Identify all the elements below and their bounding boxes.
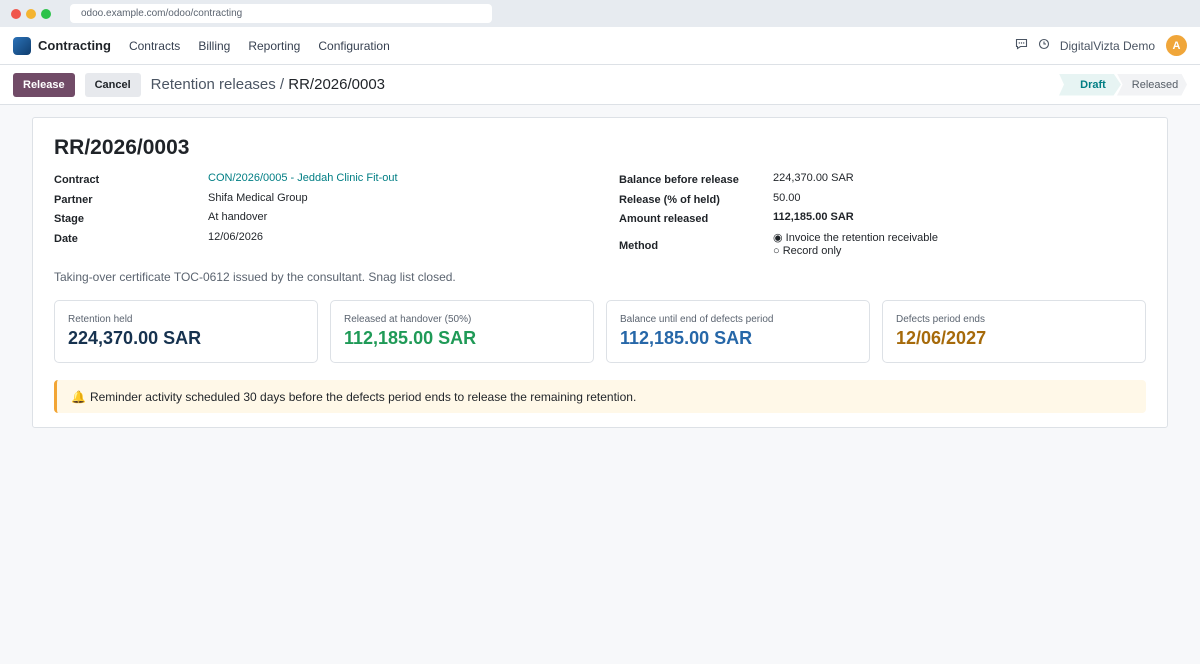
chat-icon[interactable] [1015, 38, 1028, 53]
browser-chrome: odoo.example.com/odoo/contracting [0, 0, 1200, 27]
left-field-group: Contract CON/2026/0005 - Jeddah Clinic F… [54, 172, 398, 250]
date-value[interactable]: 12/06/2026 [208, 231, 263, 243]
top-navbar: Contracting Contracts Billing Reporting … [0, 27, 1200, 65]
method-option-record-only[interactable]: ○ Record only [773, 245, 938, 258]
app-name[interactable]: Contracting [38, 38, 111, 53]
minimize-window-dot[interactable] [26, 8, 36, 19]
status-bar: Draft Released [1059, 73, 1187, 96]
field-label: Balance before release [619, 174, 739, 186]
field-label: Release (% of held) [619, 193, 720, 206]
breadcrumb: Retention releases / RR/2026/0003 [151, 76, 385, 93]
address-bar[interactable]: odoo.example.com/odoo/contracting [70, 4, 492, 23]
radio-label[interactable]: Invoice the retention receivable [786, 232, 938, 244]
app-logo-icon[interactable] [13, 36, 31, 55]
card-value: 224,370.00 SAR [68, 328, 202, 348]
form-sheet: RR/2026/0003 Contract CON/2026/0005 - Je… [32, 117, 1168, 428]
method-radio-group: ◉ Invoice the retention receivable ○ Rec… [773, 232, 938, 257]
record-title: RR/2026/0003 [54, 136, 190, 159]
stage-draft[interactable]: Draft [1059, 73, 1121, 96]
card-value: 112,185.00 SAR [620, 328, 753, 348]
release-button[interactable]: Release [13, 72, 75, 97]
radio-unchecked-icon[interactable]: ○ [773, 245, 780, 257]
notes-text: Taking-over certificate TOC-0612 issued … [54, 270, 456, 284]
card-value: 112,185.00 SAR [344, 328, 477, 348]
field-release-percent: Release (% of held) 50.00 [619, 192, 938, 212]
field-partner: Partner Shifa Medical Group [54, 192, 398, 212]
field-amount-released: Amount released 112,185.00 SAR [619, 211, 938, 231]
field-label: Contract [54, 174, 100, 186]
breadcrumb-parent[interactable]: Retention releases [151, 76, 276, 93]
breadcrumb-current: RR/2026/0003 [288, 76, 386, 93]
card-label: Defects period ends [896, 314, 985, 325]
card-label: Balance until end of defects period [620, 314, 774, 325]
method-option-invoice[interactable]: ◉ Invoice the retention receivable [773, 232, 938, 245]
field-date: Date 12/06/2026 [54, 231, 398, 251]
amount-released-value: 112,185.00 SAR [773, 211, 854, 223]
card-value: 12/06/2027 [896, 328, 987, 348]
card-label: Retention held [68, 314, 133, 325]
radio-checked-icon[interactable]: ◉ [773, 232, 783, 244]
stage-value[interactable]: At handover [208, 211, 267, 223]
stage-released[interactable]: Released [1117, 73, 1187, 96]
user-menu[interactable]: DigitalVizta Demo [1060, 39, 1155, 53]
maximize-window-dot[interactable] [41, 8, 51, 19]
field-label: Stage [54, 213, 84, 225]
menu-item-reporting[interactable]: Reporting [248, 39, 300, 53]
radio-label[interactable]: Record only [783, 245, 842, 257]
close-window-dot[interactable] [11, 8, 21, 19]
right-field-group: Balance before release 224,370.00 SAR Re… [619, 172, 938, 259]
menu-item-contracts[interactable]: Contracts [129, 39, 180, 53]
card-retention-held: Retention held 224,370.00 SAR [54, 300, 318, 363]
menu-item-billing[interactable]: Billing [198, 39, 230, 53]
navbar-right: DigitalVizta Demo A [1015, 35, 1187, 56]
field-balance-before: Balance before release 224,370.00 SAR [619, 172, 938, 192]
card-balance-until-defects-end: Balance until end of defects period 112,… [606, 300, 870, 363]
form-content: RR/2026/0003 Contract CON/2026/0005 - Je… [0, 105, 1200, 664]
reminder-alert: 🔔 Reminder activity scheduled 30 days be… [54, 380, 1146, 413]
field-label: Partner [54, 193, 93, 206]
clock-icon[interactable] [1038, 38, 1050, 53]
balance-before-value: 224,370.00 SAR [773, 172, 854, 184]
field-method: Method ◉ Invoice the retention receivabl… [619, 231, 938, 259]
card-label: Released at handover (50%) [344, 314, 472, 325]
summary-cards: Retention held 224,370.00 SAR Released a… [54, 300, 1146, 363]
breadcrumb-separator: / [279, 76, 285, 93]
contract-link[interactable]: CON/2026/0005 - Jeddah Clinic Fit-out [208, 172, 398, 184]
control-panel: Release Cancel Retention releases / RR/2… [0, 65, 1200, 105]
cancel-button[interactable]: Cancel [84, 72, 141, 97]
avatar[interactable]: A [1166, 35, 1187, 56]
release-percent-value[interactable]: 50.00 [773, 192, 801, 204]
alert-text: Reminder activity scheduled 30 days befo… [89, 389, 637, 404]
menu-item-configuration[interactable]: Configuration [318, 39, 389, 53]
field-stage: Stage At handover [54, 211, 398, 231]
partner-value[interactable]: Shifa Medical Group [208, 192, 308, 204]
field-contract: Contract CON/2026/0005 - Jeddah Clinic F… [54, 172, 398, 192]
field-label: Amount released [619, 213, 709, 225]
field-label: Method [619, 239, 659, 252]
card-released-at-handover: Released at handover (50%) 112,185.00 SA… [330, 300, 594, 363]
field-label: Date [54, 232, 78, 245]
card-defects-period-ends: Defects period ends 12/06/2027 [882, 300, 1146, 363]
bell-icon: 🔔 [71, 389, 86, 404]
